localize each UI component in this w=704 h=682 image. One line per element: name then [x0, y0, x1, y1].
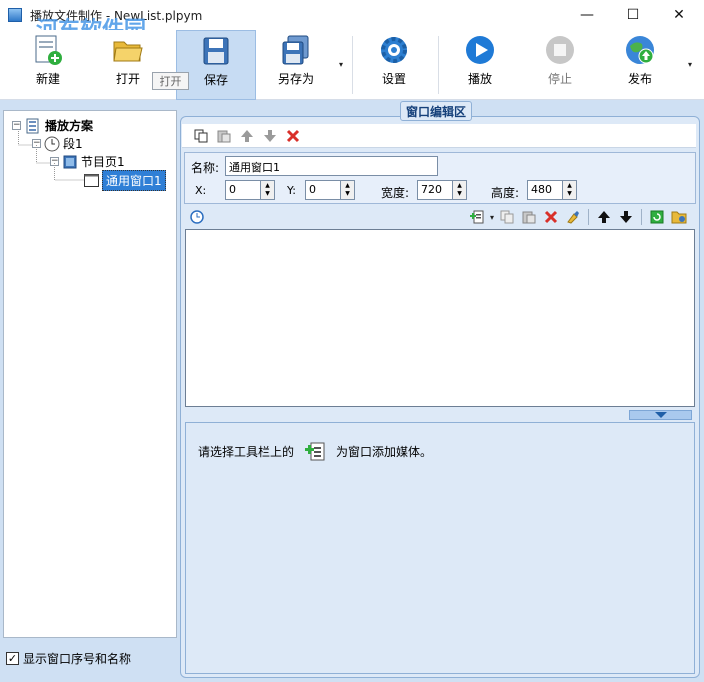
height-input[interactable]: 480 [527, 180, 563, 200]
x-input[interactable]: 0 [225, 180, 261, 200]
add-media-dropdown-icon[interactable]: ▾ [490, 213, 494, 222]
app-icon [8, 8, 22, 22]
add-media-hint: 请选择工具栏上的 为窗口添加媒体。 [198, 440, 432, 462]
publish-button[interactable]: 发布 [610, 30, 670, 100]
media-list[interactable] [185, 229, 695, 407]
collapse-toggle-icon[interactable]: − [12, 121, 21, 130]
new-button-label: 新建 [35, 72, 60, 86]
publish-globe-icon [626, 36, 654, 64]
move-media-down-icon[interactable] [617, 208, 635, 226]
open-button[interactable]: 打开 [98, 30, 158, 100]
move-down-icon[interactable] [261, 127, 279, 145]
x-label: X: [195, 184, 207, 197]
show-names-checkbox[interactable]: ✓ [6, 652, 19, 665]
media-folder-icon[interactable] [670, 208, 688, 226]
width-label: 宽度: [381, 186, 410, 200]
settings-button[interactable]: 设置 [364, 30, 424, 100]
move-up-icon[interactable] [238, 127, 256, 145]
open-folder-icon [113, 41, 143, 62]
publish-dropdown-icon[interactable]: ▾ [688, 60, 692, 69]
open-button-label: 打开 [115, 72, 140, 86]
refresh-icon[interactable] [648, 208, 666, 226]
stop-button[interactable]: 停止 [530, 30, 590, 100]
play-icon [466, 36, 494, 64]
copy-icon[interactable] [192, 127, 210, 145]
save-as-button[interactable]: 另存为 [262, 30, 330, 100]
name-input[interactable]: 通用窗口1 [225, 156, 438, 176]
clear-media-icon[interactable] [564, 208, 582, 226]
save-as-icon [282, 35, 309, 65]
publish-button-label: 发布 [627, 72, 652, 86]
toolbar-separator [352, 36, 353, 94]
copy-media-icon[interactable] [498, 208, 516, 226]
y-input[interactable]: 0 [305, 180, 341, 200]
show-names-toggle[interactable]: ✓ 显示窗口序号和名称 [6, 650, 131, 667]
stop-icon [546, 36, 574, 64]
editor-title: 窗口编辑区 [400, 101, 473, 121]
play-button-label: 播放 [467, 72, 492, 86]
delete-icon[interactable] [284, 127, 302, 145]
editor-toolbar [182, 124, 696, 148]
main-toolbar: 新建 打开 保存 另存为 ▾ 设置 播放 停止 发布 ▾ [0, 30, 704, 100]
delete-media-icon[interactable] [542, 208, 560, 226]
media-toolbar: ▾ [184, 206, 696, 228]
play-button[interactable]: 播放 [450, 30, 510, 100]
schedule-clock-icon[interactable] [188, 208, 206, 226]
panel-splitter[interactable] [629, 410, 692, 420]
save-as-dropdown-icon[interactable]: ▾ [339, 60, 343, 69]
y-stepper[interactable]: ▲ ▼ [341, 180, 355, 200]
x-stepper[interactable]: ▲ ▼ [261, 180, 275, 200]
name-label: 名称: [191, 161, 220, 175]
collapse-arrow-icon [654, 412, 667, 418]
stop-button-label: 停止 [547, 72, 572, 86]
paste-media-icon[interactable] [520, 208, 538, 226]
move-media-up-icon[interactable] [595, 208, 613, 226]
add-media-icon [305, 442, 325, 461]
maximize-button[interactable]: ☐ [610, 0, 656, 30]
toolbar-separator [438, 36, 439, 94]
tree-window-label: 通用窗口1 [102, 170, 166, 191]
width-stepper[interactable]: ▲ ▼ [453, 180, 467, 200]
height-stepper[interactable]: ▲ ▼ [563, 180, 577, 200]
window-properties: 名称: 通用窗口1 X: 0 ▲ ▼ Y: 0 ▲ ▼ 宽度: 720 ▲ ▼ 高度:… [184, 152, 696, 204]
scheme-tree[interactable]: − 播放方案 − 段1 − 节目页1 通用窗口1 [3, 110, 177, 638]
y-label: Y: [287, 184, 296, 197]
save-icon [203, 37, 229, 65]
tooltip: 打开 [152, 72, 189, 90]
hint-text-before: 请选择工具栏上的 [198, 444, 295, 459]
new-file-icon [35, 35, 62, 65]
close-button[interactable]: ✕ [656, 0, 702, 30]
media-toolbar-separator [641, 209, 643, 225]
add-media-icon[interactable] [468, 208, 486, 226]
title-bar: 播放文件制作 - NewList.plpym 河东软件园 — ☐ ✕ [0, 0, 704, 43]
new-button[interactable]: 新建 [18, 30, 78, 100]
settings-button-label: 设置 [381, 72, 406, 86]
gear-icon [381, 37, 407, 63]
tree-lines [18, 131, 84, 181]
paste-icon[interactable] [215, 127, 233, 145]
show-names-label: 显示窗口序号和名称 [23, 652, 132, 666]
save-button-label: 保存 [203, 73, 228, 87]
height-label: 高度: [491, 186, 520, 200]
media-toolbar-separator [588, 209, 590, 225]
hint-text-after: 为窗口添加媒体。 [336, 444, 433, 459]
minimize-button[interactable]: — [564, 0, 610, 30]
save-as-button-label: 另存为 [277, 72, 314, 86]
width-input[interactable]: 720 [417, 180, 453, 200]
